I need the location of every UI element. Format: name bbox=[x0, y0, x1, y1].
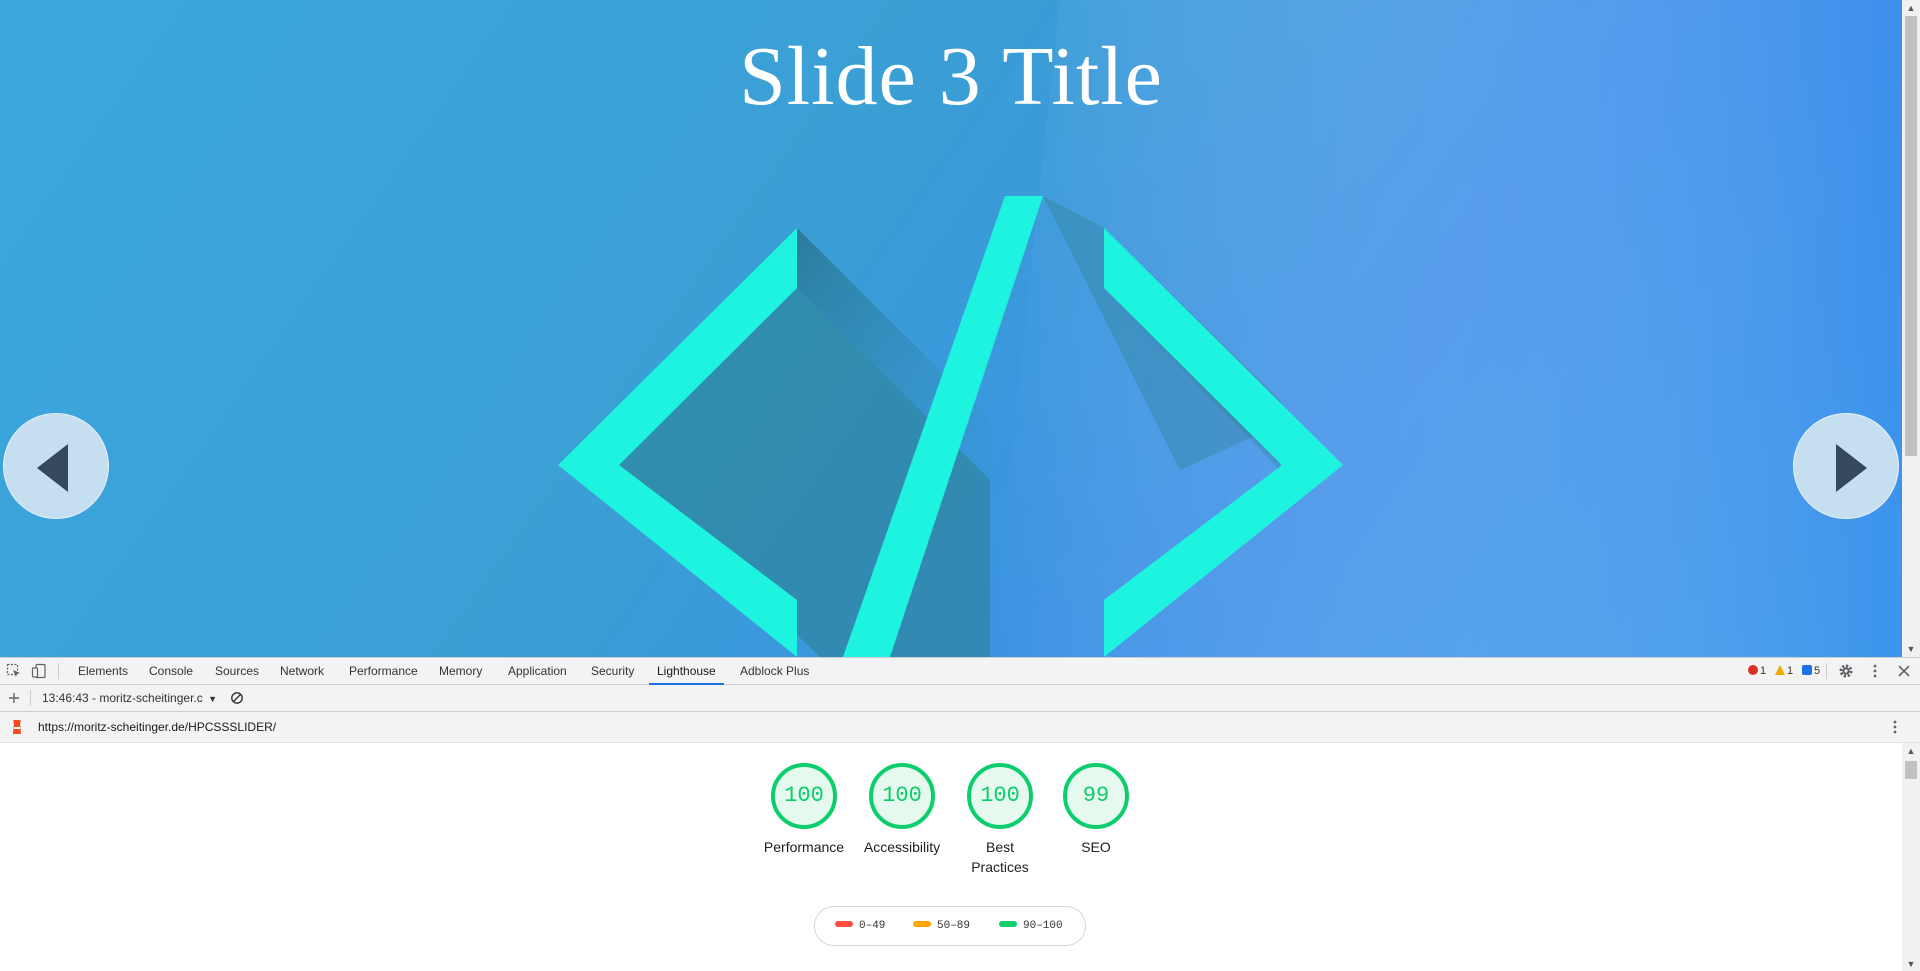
legend-swatch bbox=[913, 921, 931, 927]
inspect-element-icon[interactable] bbox=[6, 663, 22, 679]
device-toolbar-icon[interactable] bbox=[31, 663, 47, 679]
scroll-up-arrow-icon[interactable]: ▲ bbox=[1906, 746, 1916, 756]
legend-item-average: 50–89 bbox=[913, 920, 970, 932]
next-slide-button[interactable] bbox=[1793, 413, 1899, 519]
warning-icon bbox=[1775, 665, 1785, 675]
tab-sources[interactable]: Sources bbox=[207, 658, 267, 685]
message-icon bbox=[1802, 665, 1812, 675]
scroll-down-arrow-icon[interactable]: ▼ bbox=[1906, 959, 1916, 969]
gauge-accessibility[interactable]: 100 Accessibility bbox=[852, 763, 952, 857]
tab-performance[interactable]: Performance bbox=[341, 658, 426, 685]
score-ring: 100 bbox=[771, 763, 837, 829]
score-ring: 100 bbox=[869, 763, 935, 829]
report-url-bar: https://moritz-scheitinger.de/HPCSSSLIDE… bbox=[0, 712, 1920, 743]
gauge-label: Accessibility bbox=[863, 839, 941, 855]
slide-title: Slide 3 Title bbox=[739, 30, 1163, 123]
toolbar-divider bbox=[1826, 663, 1827, 679]
triangle-right-icon bbox=[1836, 444, 1867, 492]
report-url[interactable]: https://moritz-scheitinger.de/HPCSSSLIDE… bbox=[38, 712, 276, 743]
toolbar-divider bbox=[58, 663, 59, 679]
gauge-performance[interactable]: 100 Performance bbox=[754, 763, 854, 857]
error-icon bbox=[1748, 665, 1758, 675]
slide: Slide 3 Title bbox=[0, 0, 1902, 657]
toolbar-divider bbox=[30, 690, 31, 706]
message-count-badge[interactable]: 5 bbox=[1802, 658, 1820, 685]
clear-icon[interactable] bbox=[229, 690, 245, 706]
lighthouse-report: 100 Performance 100 Accessibility 100 Be… bbox=[0, 743, 1902, 971]
score-ring: 100 bbox=[967, 763, 1033, 829]
plus-icon[interactable] bbox=[6, 690, 22, 706]
chevron-down-icon: ▼ bbox=[208, 694, 218, 704]
gauge-label: Best Practices bbox=[971, 839, 1029, 875]
tab-network[interactable]: Network bbox=[272, 658, 332, 685]
scroll-down-arrow-icon[interactable]: ▼ bbox=[1906, 644, 1916, 654]
report-select[interactable]: 13:46:43 - moritz-scheitinger.c ▼ bbox=[42, 685, 217, 712]
page-scrollbar[interactable]: ▲ ▼ bbox=[1902, 0, 1920, 657]
warning-count-badge[interactable]: 1 bbox=[1775, 658, 1793, 685]
tab-security[interactable]: Security bbox=[583, 658, 642, 685]
error-count-badge[interactable]: 1 bbox=[1748, 658, 1766, 685]
lighthouse-logo-icon bbox=[13, 720, 21, 734]
gauge-label: Performance bbox=[763, 839, 845, 855]
legend-swatch bbox=[999, 921, 1017, 927]
legend-swatch bbox=[835, 921, 853, 927]
tab-adblock-plus[interactable]: Adblock Plus bbox=[732, 658, 817, 685]
tab-memory[interactable]: Memory bbox=[431, 658, 490, 685]
page-scrollbar-thumb[interactable] bbox=[1905, 16, 1917, 456]
scroll-up-arrow-icon[interactable]: ▲ bbox=[1906, 3, 1916, 13]
report-scrollbar-thumb[interactable] bbox=[1905, 761, 1917, 779]
lighthouse-toolbar: 13:46:43 - moritz-scheitinger.c ▼ bbox=[0, 685, 1920, 712]
triangle-left-icon bbox=[37, 444, 68, 492]
tab-console[interactable]: Console bbox=[141, 658, 201, 685]
tab-elements[interactable]: Elements bbox=[70, 658, 136, 685]
gauge-best-practices[interactable]: 100 Best Practices bbox=[950, 763, 1050, 877]
gauge-label: SEO bbox=[1081, 839, 1111, 855]
slider-viewport: Slide 3 Title ▲ ▼ bbox=[0, 0, 1920, 657]
more-options-icon[interactable] bbox=[1887, 719, 1903, 735]
devtools-panel: Elements Console Sources Network Perform… bbox=[0, 657, 1920, 971]
tab-application[interactable]: Application bbox=[500, 658, 575, 685]
close-icon[interactable] bbox=[1896, 663, 1912, 679]
previous-slide-button[interactable] bbox=[3, 413, 109, 519]
devtools-tab-bar: Elements Console Sources Network Perform… bbox=[0, 658, 1920, 685]
score-legend: 0–49 50–89 90–100 bbox=[814, 906, 1086, 946]
legend-item-fail: 0–49 bbox=[835, 920, 885, 932]
gear-icon[interactable] bbox=[1838, 663, 1854, 679]
gauge-seo[interactable]: 99 SEO bbox=[1046, 763, 1146, 857]
legend-item-pass: 90–100 bbox=[999, 920, 1063, 932]
more-options-icon[interactable] bbox=[1867, 663, 1883, 679]
tab-lighthouse[interactable]: Lighthouse bbox=[649, 658, 724, 685]
report-scrollbar[interactable]: ▲ ▼ bbox=[1902, 743, 1920, 971]
score-ring: 99 bbox=[1063, 763, 1129, 829]
